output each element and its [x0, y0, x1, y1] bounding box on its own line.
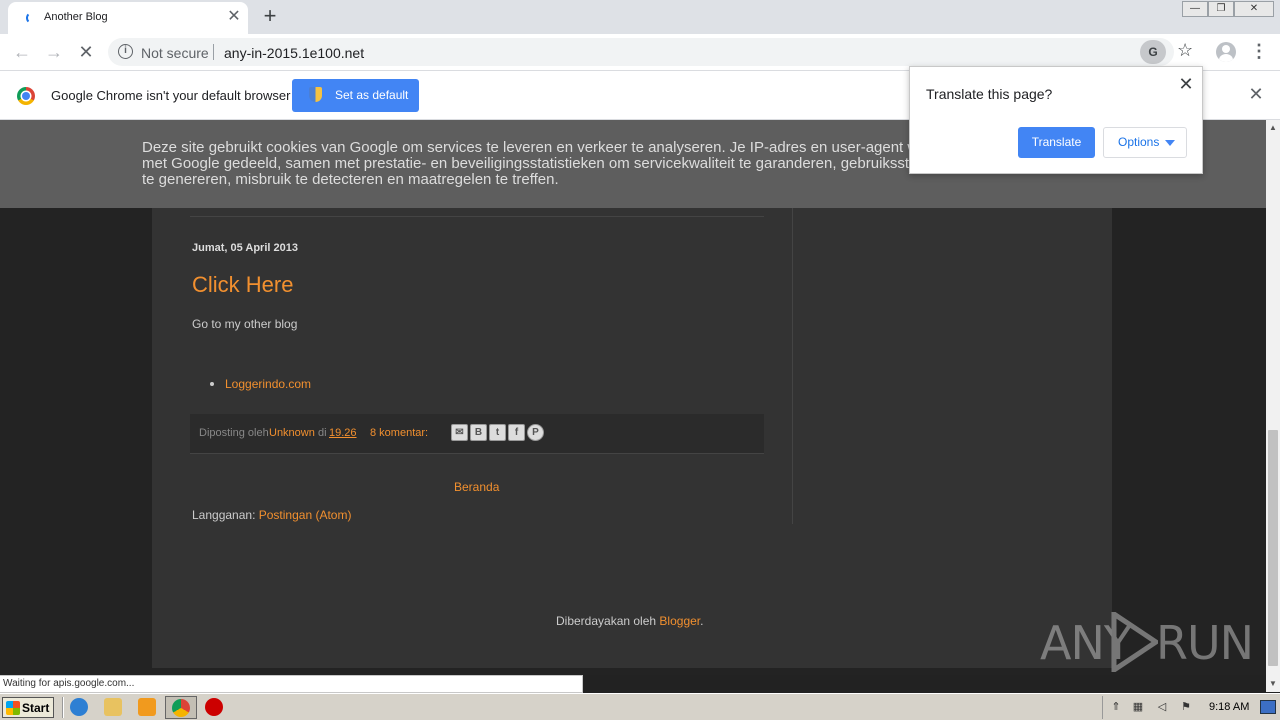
post-footer: Diposting oleh Unknown di 19.26 8 koment…	[190, 414, 764, 454]
stop-loading-button[interactable]: ✕	[74, 41, 98, 65]
posted-by-label: Diposting oleh	[199, 427, 269, 439]
blogger-share-icon[interactable]: B	[470, 424, 487, 441]
start-button[interactable]: Start	[2, 697, 54, 718]
set-as-default-label: Set as default	[335, 88, 409, 102]
post-body-text: Go to my other blog	[192, 317, 298, 331]
chrome-menu-icon[interactable]: ⋮	[1250, 41, 1268, 61]
profile-avatar-icon[interactable]	[1216, 42, 1236, 62]
translate-options-label: Options	[1118, 135, 1160, 149]
blogger-link[interactable]: Blogger	[659, 614, 700, 628]
taskbar-separator	[62, 697, 64, 718]
chrome-logo-icon	[17, 87, 35, 105]
powered-by-label: Diberdayakan oleh	[556, 614, 657, 628]
pinterest-share-icon[interactable]: P	[527, 424, 544, 441]
volume-icon[interactable]: ◁	[1155, 700, 1169, 714]
watermark-text-right: RUN	[1156, 616, 1254, 670]
cookie-banner-text: Deze site gebruikt cookies van Google om…	[142, 139, 973, 188]
omnibox-divider	[213, 44, 214, 60]
minimize-button[interactable]: —	[1182, 1, 1208, 17]
taskbar-clock[interactable]: 9:18 AM	[1209, 701, 1249, 713]
maximize-button[interactable]: ❐	[1208, 1, 1234, 17]
address-bar[interactable]: i Not secure any-in-2015.1e100.net G ☆	[108, 38, 1193, 66]
posted-at-label: di	[318, 427, 327, 439]
post-title-link[interactable]: Click Here	[192, 272, 293, 298]
anyrun-watermark: ANY RUN	[1040, 612, 1254, 672]
status-bubble: Waiting for apis.google.com...	[0, 675, 583, 693]
home-link[interactable]: Beranda	[454, 480, 499, 494]
loading-spinner-icon	[26, 12, 38, 24]
translate-popup-close-icon[interactable]: ✕	[1176, 74, 1196, 94]
author-link[interactable]: Unknown	[269, 427, 315, 439]
file-explorer-icon[interactable]	[104, 698, 122, 716]
start-label: Start	[22, 701, 50, 715]
facebook-share-icon[interactable]: f	[508, 424, 525, 441]
translate-popup: Translate this page? ✕ Translate Options	[909, 66, 1203, 174]
internet-explorer-icon[interactable]	[70, 698, 88, 716]
url-text[interactable]: any-in-2015.1e100.net	[224, 45, 364, 61]
media-player-icon[interactable]	[138, 698, 156, 716]
translate-button[interactable]: Translate	[1018, 127, 1095, 158]
tab-title: Another Blog	[44, 11, 108, 23]
forward-button[interactable]: →	[42, 41, 66, 65]
tab-close-icon[interactable]: ✕	[224, 7, 244, 27]
network-icon[interactable]: ▦	[1131, 700, 1145, 714]
translate-popup-title: Translate this page?	[926, 86, 1053, 102]
info-icon[interactable]: i	[118, 44, 133, 59]
new-tab-button[interactable]: +	[258, 5, 282, 29]
show-desktop-icon[interactable]	[1260, 700, 1276, 714]
scroll-down-arrow-icon[interactable]: ▼	[1266, 678, 1280, 690]
scroll-up-arrow-icon[interactable]: ▲	[1266, 122, 1280, 134]
post-time-link[interactable]: 19.26	[329, 427, 357, 439]
browser-tab[interactable]: Another Blog ✕	[8, 2, 248, 34]
infobar-close-icon[interactable]: ✕	[1247, 85, 1265, 103]
system-tray: ⇑ ▦ ◁ ⚑ 9:18 AM	[1102, 696, 1278, 719]
email-share-icon[interactable]: ✉	[451, 424, 468, 441]
action-center-flag-icon[interactable]: ⚑	[1179, 700, 1193, 714]
list-bullet	[210, 382, 214, 386]
comments-link[interactable]: 8 komentar:	[370, 427, 428, 439]
back-button[interactable]: ←	[10, 41, 34, 65]
bookmark-star-icon[interactable]: ☆	[1177, 40, 1193, 61]
twitter-share-icon[interactable]: t	[489, 424, 506, 441]
tray-expand-icon[interactable]: ⇑	[1109, 700, 1123, 714]
infobar-message: Google Chrome isn't your default browser	[51, 88, 291, 103]
subscribe-label: Langganan:	[192, 508, 256, 522]
uac-shield-icon	[309, 87, 322, 102]
opera-icon[interactable]	[205, 698, 223, 716]
chrome-taskbar-icon	[172, 699, 190, 717]
caret-down-icon	[1165, 140, 1175, 146]
translate-options-button[interactable]: Options	[1103, 127, 1187, 158]
windows-logo-icon	[6, 701, 20, 715]
sidebar-divider	[792, 208, 793, 524]
post-external-link[interactable]: Loggerindo.com	[225, 377, 311, 391]
subscribe-line: Langganan: Postingan (Atom)	[192, 508, 351, 522]
page-scrollbar[interactable]: ▲ ▼	[1266, 120, 1280, 692]
post-date: Jumat, 05 April 2013	[192, 242, 298, 254]
chrome-taskbar-button[interactable]	[165, 696, 197, 719]
window-close-button[interactable]: ✕	[1234, 1, 1274, 17]
watermark-play-icon	[1111, 612, 1158, 672]
post-separator	[190, 216, 764, 217]
set-as-default-button[interactable]: Set as default	[292, 79, 419, 112]
web-page: Jumat, 05 April 2013 Click Here Go to my…	[0, 120, 1266, 675]
tab-strip: Another Blog ✕ + — ❐ ✕	[0, 0, 1280, 34]
translate-icon[interactable]: G	[1140, 40, 1166, 64]
scroll-thumb[interactable]	[1268, 430, 1278, 666]
windows-taskbar: Start ⇑ ▦ ◁ ⚑ 9:18 AM	[0, 693, 1280, 720]
atom-feed-link[interactable]: Postingan (Atom)	[259, 508, 352, 522]
security-label[interactable]: Not secure	[141, 45, 209, 61]
powered-by-line: Diberdayakan oleh Blogger.	[556, 614, 704, 628]
